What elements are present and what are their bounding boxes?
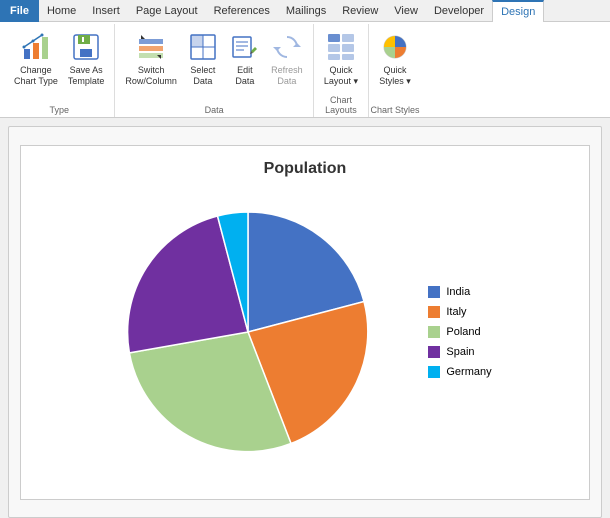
refresh-data-label: RefreshData bbox=[271, 65, 303, 87]
menu-developer[interactable]: Developer bbox=[426, 0, 492, 22]
pie-wrapper: India Italy Poland Spain bbox=[118, 202, 491, 462]
ribbon-group-chart-layouts: QuickLayout ▾ Chart Layouts bbox=[314, 24, 369, 117]
ribbon-group-data: SwitchRow/Column SelectData bbox=[115, 24, 314, 117]
change-chart-type-label: ChangeChart Type bbox=[14, 65, 58, 87]
select-data-icon bbox=[187, 31, 219, 63]
chart-title: Population bbox=[264, 160, 347, 178]
menu-references[interactable]: References bbox=[206, 0, 278, 22]
legend-color-poland bbox=[428, 326, 440, 338]
switch-row-column-icon bbox=[135, 31, 167, 63]
menu-insert[interactable]: Insert bbox=[84, 0, 128, 22]
chart-layouts-group-label: Chart Layouts bbox=[314, 95, 368, 115]
legend-item-india: India bbox=[428, 286, 491, 298]
legend-item-spain: Spain bbox=[428, 346, 491, 358]
quick-styles-icon bbox=[379, 31, 411, 63]
legend-label-italy: Italy bbox=[446, 306, 466, 318]
chart-container: Population bbox=[8, 126, 602, 518]
legend-color-spain bbox=[428, 346, 440, 358]
menu-mailings[interactable]: Mailings bbox=[278, 0, 334, 22]
quick-layout-button[interactable]: QuickLayout ▾ bbox=[320, 28, 362, 90]
chart-content: India Italy Poland Spain bbox=[31, 156, 579, 489]
menu-page-layout[interactable]: Page Layout bbox=[128, 0, 206, 22]
legend-color-italy bbox=[428, 306, 440, 318]
change-chart-type-icon bbox=[20, 31, 52, 63]
menu-bar: File Home Insert Page Layout References … bbox=[0, 0, 610, 22]
legend-label-spain: Spain bbox=[446, 346, 474, 358]
legend-item-italy: Italy bbox=[428, 306, 491, 318]
legend-label-germany: Germany bbox=[446, 366, 491, 378]
quick-layout-label: QuickLayout ▾ bbox=[324, 65, 358, 87]
quick-styles-label: QuickStyles ▾ bbox=[379, 65, 411, 87]
legend-label-india: India bbox=[446, 286, 470, 298]
ribbon: ChangeChart Type Save AsTemplate Type bbox=[0, 22, 610, 118]
ribbon-group-type: ChangeChart Type Save AsTemplate Type bbox=[4, 24, 115, 117]
select-data-button[interactable]: SelectData bbox=[183, 28, 223, 90]
legend-label-poland: Poland bbox=[446, 326, 480, 338]
chart-inner: Population bbox=[20, 145, 590, 500]
save-as-template-button[interactable]: Save AsTemplate bbox=[64, 28, 109, 90]
menu-view[interactable]: View bbox=[386, 0, 426, 22]
ribbon-group-chart-styles: QuickStyles ▾ Chart Styles bbox=[369, 24, 421, 117]
legend-color-india bbox=[428, 286, 440, 298]
edit-data-label: EditData bbox=[235, 65, 254, 87]
chart-legend: India Italy Poland Spain bbox=[428, 286, 491, 378]
menu-file[interactable]: File bbox=[0, 0, 39, 22]
quick-styles-button[interactable]: QuickStyles ▾ bbox=[375, 28, 415, 90]
data-group-label: Data bbox=[115, 105, 313, 115]
chart-styles-group-label: Chart Styles bbox=[369, 105, 421, 115]
edit-data-button[interactable]: EditData bbox=[225, 28, 265, 90]
switch-row-column-button[interactable]: SwitchRow/Column bbox=[121, 28, 181, 90]
legend-item-poland: Poland bbox=[428, 326, 491, 338]
change-chart-type-button[interactable]: ChangeChart Type bbox=[10, 28, 62, 90]
menu-home[interactable]: Home bbox=[39, 0, 84, 22]
legend-color-germany bbox=[428, 366, 440, 378]
quick-layout-icon bbox=[325, 31, 357, 63]
pie-chart bbox=[118, 202, 378, 462]
type-group-label: Type bbox=[4, 105, 114, 115]
save-as-template-label: Save AsTemplate bbox=[68, 65, 105, 87]
refresh-data-button[interactable]: RefreshData bbox=[267, 28, 307, 90]
switch-row-column-label: SwitchRow/Column bbox=[125, 65, 177, 87]
menu-design[interactable]: Design bbox=[492, 0, 544, 22]
legend-item-germany: Germany bbox=[428, 366, 491, 378]
save-as-template-icon bbox=[70, 31, 102, 63]
select-data-label: SelectData bbox=[190, 65, 215, 87]
refresh-data-icon bbox=[271, 31, 303, 63]
menu-review[interactable]: Review bbox=[334, 0, 386, 22]
edit-data-icon bbox=[229, 31, 261, 63]
